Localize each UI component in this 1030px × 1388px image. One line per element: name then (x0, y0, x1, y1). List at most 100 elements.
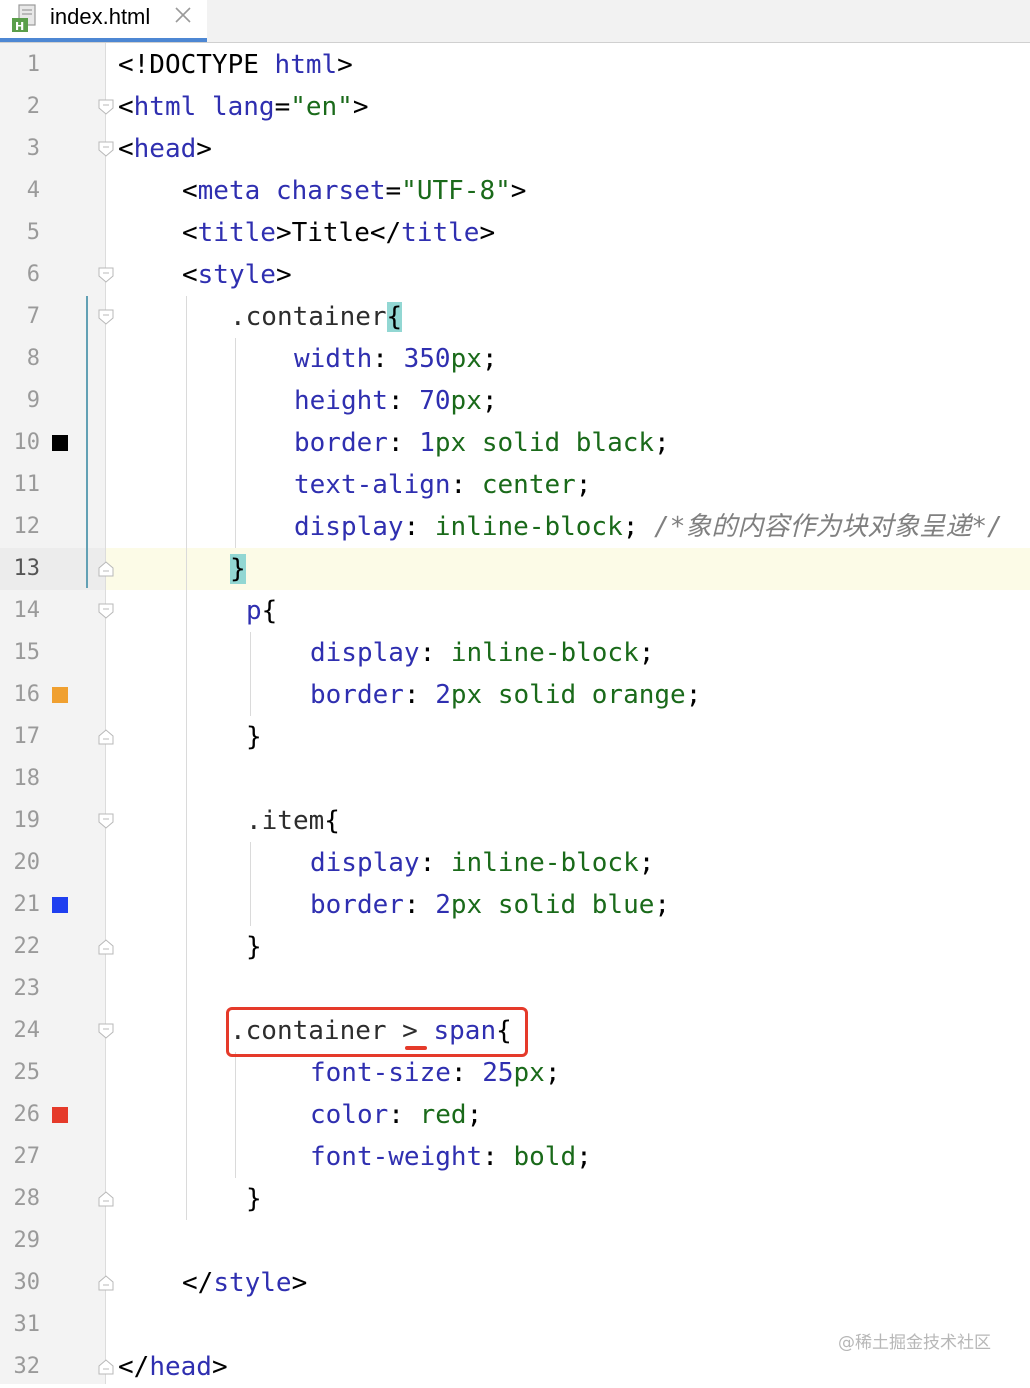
code-line[interactable]: p{ (246, 590, 277, 632)
code-token: width (294, 344, 373, 374)
line-number[interactable]: 21 (0, 884, 41, 926)
code-line[interactable]: } (246, 926, 262, 968)
tab-index-html[interactable]: H index.html (0, 0, 207, 42)
fold-close-icon[interactable] (98, 561, 114, 577)
line-number[interactable]: 10 (0, 422, 41, 464)
line-number[interactable]: 19 (0, 800, 41, 842)
code-line[interactable]: font-weight: bold; (310, 1136, 592, 1178)
fold-close-icon[interactable] (98, 939, 114, 955)
code-line[interactable]: display: inline-block; /*象的内容作为块对象呈递*/ (294, 506, 1003, 548)
code-token: border (310, 890, 404, 920)
close-icon[interactable] (174, 6, 192, 24)
fold-open-icon[interactable] (98, 141, 114, 157)
code-token: ; (466, 1100, 483, 1130)
line-number[interactable]: 13 (0, 548, 41, 590)
fold-open-icon[interactable] (98, 813, 114, 829)
line-number[interactable]: 27 (0, 1136, 41, 1178)
line-number[interactable]: 30 (0, 1262, 41, 1304)
code-token: title (401, 218, 480, 248)
line-number[interactable]: 11 (0, 464, 41, 506)
line-number[interactable]: 31 (0, 1304, 41, 1346)
code-line[interactable]: display: inline-block; (310, 632, 654, 674)
code-token: : (387, 386, 420, 416)
code-token: html (274, 50, 338, 80)
html-file-icon: H (12, 4, 36, 33)
code-line[interactable]: } (246, 716, 262, 758)
code-token: display (310, 848, 420, 878)
code-token: color (310, 1100, 389, 1130)
code-token: style (197, 260, 276, 290)
code-line[interactable]: display: inline-block; (310, 842, 654, 884)
line-number[interactable]: 26 (0, 1094, 41, 1136)
code-line[interactable]: border: 2px solid blue; (310, 884, 670, 926)
fold-open-icon[interactable] (98, 1023, 114, 1039)
line-number[interactable]: 32 (0, 1346, 41, 1388)
line-number[interactable]: 5 (0, 212, 40, 254)
line-number[interactable]: 16 (0, 674, 41, 716)
fold-open-icon[interactable] (98, 309, 114, 325)
fold-close-icon[interactable] (98, 729, 114, 745)
line-number[interactable]: 24 (0, 1010, 41, 1052)
fold-close-icon[interactable] (98, 1359, 114, 1375)
fold-close-icon[interactable] (98, 1191, 114, 1207)
code-line[interactable]: <title>Title</title> (182, 212, 495, 254)
code-token: px (450, 386, 482, 416)
code-token: < (182, 260, 198, 290)
code-line[interactable]: <html lang="en"> (118, 86, 369, 128)
code-line[interactable]: height: 70px; (294, 380, 498, 422)
code-line[interactable]: <meta charset="UTF-8"> (182, 170, 526, 212)
color-swatch[interactable] (52, 435, 68, 451)
code-token: html (133, 92, 197, 122)
color-swatch[interactable] (52, 897, 68, 913)
line-number[interactable]: 28 (0, 1178, 41, 1220)
line-number[interactable]: 9 (0, 380, 40, 422)
fold-open-icon[interactable] (98, 99, 114, 115)
code-line[interactable]: } (246, 1178, 262, 1220)
line-number[interactable]: 7 (0, 296, 40, 338)
line-number[interactable]: 14 (0, 590, 41, 632)
line-number[interactable]: 15 (0, 632, 41, 674)
code-line[interactable]: width: 350px; (294, 338, 498, 380)
code-token: display (310, 638, 420, 668)
vcs-change-marker[interactable] (86, 296, 88, 588)
line-number[interactable]: 22 (0, 926, 41, 968)
fold-close-icon[interactable] (98, 1275, 114, 1291)
line-number[interactable]: 2 (0, 86, 40, 128)
line-number[interactable]: 8 (0, 338, 40, 380)
code-line[interactable]: <style> (182, 254, 292, 296)
code-line[interactable]: color: red; (310, 1094, 482, 1136)
code-line[interactable]: font-size: 25px; (310, 1052, 560, 1094)
code-line[interactable]: border: 1px solid black; (294, 422, 670, 464)
code-line[interactable]: .item{ (246, 800, 340, 842)
line-number[interactable]: 3 (0, 128, 40, 170)
indent-guide (250, 632, 251, 716)
code-token: p (246, 596, 262, 626)
code-line[interactable]: </head> (118, 1346, 228, 1388)
code-line[interactable]: <head> (118, 128, 212, 170)
code-token: bold (513, 1142, 577, 1172)
line-number[interactable]: 23 (0, 968, 41, 1010)
code-line[interactable]: <!DOCTYPE html> (118, 44, 353, 86)
code-line[interactable]: </style> (182, 1262, 307, 1304)
line-number[interactable]: 29 (0, 1220, 41, 1262)
code-token: <!DOCTYPE (118, 50, 275, 80)
line-number[interactable]: 1 (0, 44, 40, 86)
color-swatch[interactable] (52, 1107, 68, 1123)
color-swatch[interactable] (52, 687, 68, 703)
fold-open-icon[interactable] (98, 267, 114, 283)
line-number[interactable]: 17 (0, 716, 41, 758)
code-line[interactable]: } (230, 548, 246, 590)
line-number[interactable]: 12 (0, 506, 41, 548)
line-number[interactable]: 6 (0, 254, 40, 296)
code-line[interactable]: border: 2px solid orange; (310, 674, 701, 716)
code-line[interactable]: .container{ (230, 296, 403, 338)
line-number[interactable]: 20 (0, 842, 41, 884)
code-token: ; (481, 386, 498, 416)
line-number[interactable]: 25 (0, 1052, 41, 1094)
line-number[interactable]: 4 (0, 170, 40, 212)
code-line[interactable]: text-align: center; (294, 464, 591, 506)
line-number[interactable]: 18 (0, 758, 41, 800)
fold-open-icon[interactable] (98, 603, 114, 619)
